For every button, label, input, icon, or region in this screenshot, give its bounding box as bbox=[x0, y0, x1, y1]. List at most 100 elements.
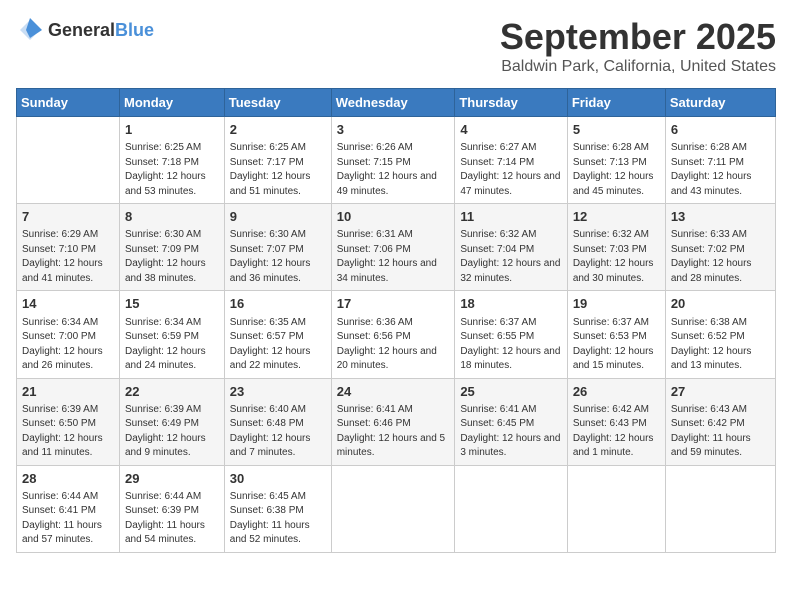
day-info: Sunrise: 6:31 AM Sunset: 7:06 PM Dayligh… bbox=[337, 228, 450, 286]
day-number: 10 bbox=[337, 208, 450, 226]
logo-text: GeneralBlue bbox=[48, 20, 154, 41]
day-number: 3 bbox=[337, 121, 450, 139]
day-of-week-header: Wednesday bbox=[331, 89, 455, 117]
day-of-week-header: Tuesday bbox=[224, 89, 331, 117]
day-number: 21 bbox=[22, 383, 114, 401]
day-info: Sunrise: 6:29 AM Sunset: 7:10 PM Dayligh… bbox=[22, 228, 114, 286]
day-info: Sunrise: 6:25 AM Sunset: 7:18 PM Dayligh… bbox=[125, 141, 219, 199]
day-info: Sunrise: 6:39 AM Sunset: 6:50 PM Dayligh… bbox=[22, 403, 114, 461]
day-number: 15 bbox=[125, 295, 219, 313]
day-info: Sunrise: 6:27 AM Sunset: 7:14 PM Dayligh… bbox=[460, 141, 562, 199]
calendar-cell: 6 Sunrise: 6:28 AM Sunset: 7:11 PM Daylig… bbox=[665, 117, 775, 204]
logo-icon bbox=[16, 16, 44, 44]
calendar-cell: 3 Sunrise: 6:26 AM Sunset: 7:15 PM Daylig… bbox=[331, 117, 455, 204]
calendar-cell: 5 Sunrise: 6:28 AM Sunset: 7:13 PM Daylig… bbox=[567, 117, 665, 204]
location-title: Baldwin Park, California, United States bbox=[500, 58, 776, 76]
logo: GeneralBlue bbox=[16, 16, 154, 44]
day-number: 2 bbox=[230, 121, 326, 139]
calendar-week-row: 28 Sunrise: 6:44 AM Sunset: 6:41 PM Dayli… bbox=[17, 465, 776, 552]
calendar-cell: 1 Sunrise: 6:25 AM Sunset: 7:18 PM Daylig… bbox=[120, 117, 225, 204]
calendar-body: 1 Sunrise: 6:25 AM Sunset: 7:18 PM Daylig… bbox=[17, 117, 776, 553]
day-number: 27 bbox=[671, 383, 770, 401]
day-info: Sunrise: 6:36 AM Sunset: 6:56 PM Dayligh… bbox=[337, 316, 450, 374]
day-info: Sunrise: 6:39 AM Sunset: 6:49 PM Dayligh… bbox=[125, 403, 219, 461]
calendar-cell: 25Sunrise: 6:41 AM Sunset: 6:45 PM Dayli… bbox=[455, 378, 568, 465]
day-of-week-header: Saturday bbox=[665, 89, 775, 117]
calendar-cell: 4 Sunrise: 6:27 AM Sunset: 7:14 PM Daylig… bbox=[455, 117, 568, 204]
day-number: 20 bbox=[671, 295, 770, 313]
calendar-cell: 14Sunrise: 6:34 AM Sunset: 7:00 PM Dayli… bbox=[17, 291, 120, 378]
calendar-cell: 9Sunrise: 6:30 AM Sunset: 7:07 PM Daylig… bbox=[224, 204, 331, 291]
calendar-cell: 29 Sunrise: 6:44 AM Sunset: 6:39 PM Dayli… bbox=[120, 465, 225, 552]
calendar-week-row: 1 Sunrise: 6:25 AM Sunset: 7:18 PM Daylig… bbox=[17, 117, 776, 204]
calendar-cell: 11Sunrise: 6:32 AM Sunset: 7:04 PM Dayli… bbox=[455, 204, 568, 291]
calendar-cell: 30 Sunrise: 6:45 AM Sunset: 6:38 PM Dayli… bbox=[224, 465, 331, 552]
day-of-week-header: Sunday bbox=[17, 89, 120, 117]
day-info: Sunrise: 6:33 AM Sunset: 7:02 PM Dayligh… bbox=[671, 228, 770, 286]
day-number: 30 bbox=[230, 470, 326, 488]
day-info: Sunrise: 6:40 AM Sunset: 6:48 PM Dayligh… bbox=[230, 403, 326, 461]
page-header: GeneralBlue September 2025 Baldwin Park,… bbox=[16, 16, 776, 76]
calendar-cell: 27 Sunrise: 6:43 AM Sunset: 6:42 PM Dayli… bbox=[665, 378, 775, 465]
day-number: 18 bbox=[460, 295, 562, 313]
day-info: Sunrise: 6:28 AM Sunset: 7:13 PM Dayligh… bbox=[573, 141, 660, 199]
calendar-cell bbox=[567, 465, 665, 552]
calendar-cell bbox=[17, 117, 120, 204]
calendar-cell: 24 Sunrise: 6:41 AM Sunset: 6:46 PM Dayli… bbox=[331, 378, 455, 465]
day-of-week-header: Friday bbox=[567, 89, 665, 117]
day-number: 22 bbox=[125, 383, 219, 401]
logo-general: General bbox=[48, 20, 115, 40]
day-number: 26 bbox=[573, 383, 660, 401]
day-info: Sunrise: 6:30 AM Sunset: 7:09 PM Dayligh… bbox=[125, 228, 219, 286]
day-info: Sunrise: 6:42 AM Sunset: 6:43 PM Dayligh… bbox=[573, 403, 660, 461]
day-number: 12 bbox=[573, 208, 660, 226]
calendar-cell: 23 Sunrise: 6:40 AM Sunset: 6:48 PM Dayli… bbox=[224, 378, 331, 465]
day-info: Sunrise: 6:41 AM Sunset: 6:46 PM Dayligh… bbox=[337, 403, 450, 461]
day-number: 6 bbox=[671, 121, 770, 139]
day-info: Sunrise: 6:26 AM Sunset: 7:15 PM Dayligh… bbox=[337, 141, 450, 199]
calendar-cell: 15Sunrise: 6:34 AM Sunset: 6:59 PM Dayli… bbox=[120, 291, 225, 378]
day-info: Sunrise: 6:44 AM Sunset: 6:39 PM Dayligh… bbox=[125, 490, 219, 548]
month-title: September 2025 bbox=[500, 16, 776, 58]
calendar-cell: 16Sunrise: 6:35 AM Sunset: 6:57 PM Dayli… bbox=[224, 291, 331, 378]
calendar-table: SundayMondayTuesdayWednesdayThursdayFrid… bbox=[16, 88, 776, 553]
day-info: Sunrise: 6:38 AM Sunset: 6:52 PM Dayligh… bbox=[671, 316, 770, 374]
day-number: 5 bbox=[573, 121, 660, 139]
day-number: 4 bbox=[460, 121, 562, 139]
day-of-week-header: Thursday bbox=[455, 89, 568, 117]
day-info: Sunrise: 6:44 AM Sunset: 6:41 PM Dayligh… bbox=[22, 490, 114, 548]
day-info: Sunrise: 6:45 AM Sunset: 6:38 PM Dayligh… bbox=[230, 490, 326, 548]
day-number: 19 bbox=[573, 295, 660, 313]
calendar-week-row: 7 Sunrise: 6:29 AM Sunset: 7:10 PM Daylig… bbox=[17, 204, 776, 291]
calendar-cell bbox=[455, 465, 568, 552]
calendar-cell: 13Sunrise: 6:33 AM Sunset: 7:02 PM Dayli… bbox=[665, 204, 775, 291]
calendar-cell bbox=[665, 465, 775, 552]
day-info: Sunrise: 6:32 AM Sunset: 7:03 PM Dayligh… bbox=[573, 228, 660, 286]
day-number: 9 bbox=[230, 208, 326, 226]
title-area: September 2025 Baldwin Park, California,… bbox=[500, 16, 776, 76]
day-info: Sunrise: 6:25 AM Sunset: 7:17 PM Dayligh… bbox=[230, 141, 326, 199]
day-number: 7 bbox=[22, 208, 114, 226]
day-number: 16 bbox=[230, 295, 326, 313]
calendar-cell: 28 Sunrise: 6:44 AM Sunset: 6:41 PM Dayli… bbox=[17, 465, 120, 552]
day-number: 17 bbox=[337, 295, 450, 313]
calendar-cell bbox=[331, 465, 455, 552]
day-info: Sunrise: 6:37 AM Sunset: 6:55 PM Dayligh… bbox=[460, 316, 562, 374]
calendar-cell: 26 Sunrise: 6:42 AM Sunset: 6:43 PM Dayli… bbox=[567, 378, 665, 465]
day-number: 24 bbox=[337, 383, 450, 401]
day-info: Sunrise: 6:37 AM Sunset: 6:53 PM Dayligh… bbox=[573, 316, 660, 374]
day-number: 23 bbox=[230, 383, 326, 401]
calendar-week-row: 21 Sunrise: 6:39 AM Sunset: 6:50 PM Dayli… bbox=[17, 378, 776, 465]
day-number: 29 bbox=[125, 470, 219, 488]
calendar-cell: 7 Sunrise: 6:29 AM Sunset: 7:10 PM Daylig… bbox=[17, 204, 120, 291]
day-info: Sunrise: 6:28 AM Sunset: 7:11 PM Dayligh… bbox=[671, 141, 770, 199]
calendar-week-row: 14Sunrise: 6:34 AM Sunset: 7:00 PM Dayli… bbox=[17, 291, 776, 378]
calendar-cell: 2 Sunrise: 6:25 AM Sunset: 7:17 PM Daylig… bbox=[224, 117, 331, 204]
day-number: 8 bbox=[125, 208, 219, 226]
calendar-cell: 17 Sunrise: 6:36 AM Sunset: 6:56 PM Dayli… bbox=[331, 291, 455, 378]
day-info: Sunrise: 6:43 AM Sunset: 6:42 PM Dayligh… bbox=[671, 403, 770, 461]
day-info: Sunrise: 6:34 AM Sunset: 7:00 PM Dayligh… bbox=[22, 316, 114, 374]
calendar-cell: 10 Sunrise: 6:31 AM Sunset: 7:06 PM Dayli… bbox=[331, 204, 455, 291]
day-number: 1 bbox=[125, 121, 219, 139]
day-number: 28 bbox=[22, 470, 114, 488]
